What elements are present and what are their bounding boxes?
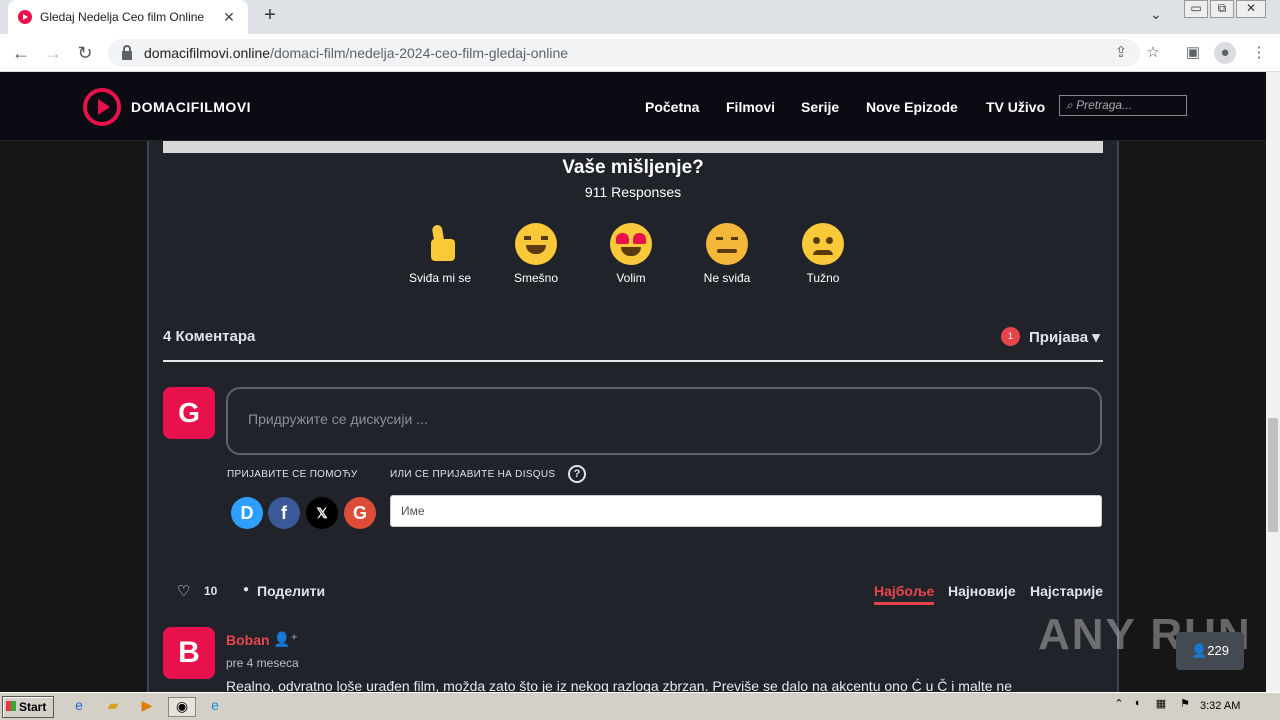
network-icon[interactable]: ▦	[1150, 697, 1172, 717]
volume-icon[interactable]: ◖	[1126, 697, 1148, 717]
sort-best[interactable]: Најбоље	[874, 583, 935, 605]
comment-count: 4 Коментара	[163, 328, 256, 345]
disqus-header: 4 Коментара 1 Пријава ▾	[163, 326, 1103, 362]
google-login-icon[interactable]: G	[344, 497, 376, 529]
site-logo-text[interactable]: DOMACIFILMOVI	[131, 99, 251, 115]
restore-button[interactable]: ⧉	[1210, 0, 1234, 18]
screen: Gledaj Nedelja Ceo film Online ✕ + ⌄ ▭ ⧉…	[0, 0, 1280, 720]
laughing-face-icon	[515, 223, 557, 265]
tab-title: Gledaj Nedelja Ceo film Online	[40, 10, 205, 24]
name-field[interactable]: Име	[390, 495, 1102, 527]
sad-face-icon	[802, 223, 844, 265]
close-window-button[interactable]: ✕	[1236, 0, 1266, 18]
comment-text: Realno, odvratno loše urađen film, možda…	[226, 678, 1012, 692]
reactions-count: 911 Responses	[584, 184, 682, 200]
scrollbar-thumb[interactable]	[1268, 418, 1278, 532]
folder-icon[interactable]: ▰	[102, 697, 124, 717]
login-with-label: ПРИЈАВИТЕ СЕ ПОМОЋУ	[227, 469, 358, 480]
sort-oldest[interactable]: Најстарије	[1030, 583, 1103, 599]
reload-icon[interactable]: ↻	[72, 40, 98, 66]
content-divider	[163, 141, 1103, 153]
reaction-sad[interactable]: Tužno	[783, 223, 863, 285]
comment-input-placeholder: Придружите се дискусији ...	[248, 411, 428, 427]
lock-icon	[122, 44, 132, 60]
reaction-funny[interactable]: Smešno	[496, 223, 576, 285]
reaction-label: Volim	[616, 271, 646, 285]
nav-filmovi[interactable]: Filmovi	[726, 99, 775, 115]
site-search-input[interactable]: ⌕ Pretraga...	[1059, 95, 1187, 116]
disqus-login-label: ИЛИ СЕ ПРИЈАВИТЕ НА DISQUS	[390, 469, 556, 480]
new-tab-button[interactable]: +	[258, 4, 282, 27]
facebook-login-icon[interactable]: f	[268, 497, 300, 529]
disqus-login-icon[interactable]: D	[231, 497, 263, 529]
profile-avatar-icon[interactable]: ●	[1214, 42, 1236, 64]
reactions-title: Vaše mišljenje?	[562, 157, 704, 178]
like-count: 10	[204, 584, 218, 598]
search-placeholder: Pretraga...	[1076, 98, 1133, 112]
address-bar[interactable]: domacifilmovi.online/domaci-film/nedelja…	[108, 39, 1140, 67]
back-arrow-icon[interactable]: ←	[8, 40, 34, 66]
tab-close-icon[interactable]: ✕	[220, 9, 238, 26]
nav-serije[interactable]: Serije	[801, 99, 839, 115]
windows-taskbar: Start e ▰ ▶ ◉ e ⌃ ◖ ▦ ⚑ 3:32 AM	[0, 692, 1280, 720]
play-logo-icon[interactable]	[83, 88, 121, 126]
tab-search-chevron-icon[interactable]: ⌄	[1150, 6, 1162, 23]
tab-strip: Gledaj Nedelja Ceo film Online ✕ + ⌄ ▭ ⧉…	[0, 0, 1280, 34]
nav-nove-epizode[interactable]: Nove Epizode	[866, 99, 958, 115]
nav-tv-uzivo[interactable]: TV Uživo	[986, 99, 1045, 115]
thumbs-up-icon	[419, 223, 461, 265]
comment-timestamp[interactable]: pre 4 meseca	[226, 656, 299, 670]
reaction-label: Sviđa mi se	[408, 271, 472, 285]
comment-avatar[interactable]: B	[163, 627, 215, 679]
guest-avatar: G	[163, 387, 215, 439]
share-icon[interactable]: ⇪	[1110, 42, 1132, 64]
chrome-taskbar-icon[interactable]: ◉	[168, 697, 196, 717]
media-player-icon[interactable]: ▶	[136, 697, 158, 717]
notification-badge[interactable]: 1	[1001, 327, 1020, 346]
name-placeholder: Име	[401, 504, 425, 518]
online-users-badge: 👤229	[1176, 632, 1244, 670]
bookmark-star-icon[interactable]: ☆	[1142, 42, 1164, 64]
clock: 3:32 AM	[1200, 700, 1241, 712]
browser-tab[interactable]: Gledaj Nedelja Ceo film Online ✕	[8, 0, 248, 34]
comment-input[interactable]: Придружите се дискусији ...	[226, 387, 1102, 455]
angry-face-icon	[706, 223, 748, 265]
sort-newest[interactable]: Најновије	[948, 583, 1016, 599]
web-page: DOMACIFILMOVI Početna Filmovi Serije Nov…	[0, 72, 1266, 692]
minimize-button[interactable]: ▭	[1184, 0, 1208, 18]
site-favicon-icon	[18, 10, 32, 24]
reaction-like[interactable]: Sviđa mi se	[400, 223, 480, 285]
heart-outline-icon[interactable]: ♡	[177, 582, 190, 600]
x-login-icon[interactable]: 𝕏	[306, 497, 338, 529]
page-scrollbar[interactable]	[1266, 72, 1280, 692]
url-path: /domaci-film/nedelja-2024-ceo-film-gleda…	[270, 45, 569, 61]
flag-icon[interactable]: ⚑	[1174, 697, 1196, 717]
ie-icon[interactable]: e	[68, 697, 90, 717]
online-count: 229	[1207, 643, 1229, 658]
comment-actions: ♡ 10 ● Поделити Најбоље Најновије Најста…	[163, 581, 1103, 609]
heart-eyes-icon	[610, 223, 652, 265]
help-icon[interactable]: ?	[568, 465, 586, 483]
bullet-icon: ●	[243, 584, 250, 595]
browser-toolbar: ← → ↻ domacifilmovi.online/domaci-film/n…	[0, 34, 1280, 72]
main-content: Vaše mišljenje? 911 Responses Sviđa mi s…	[147, 141, 1119, 692]
login-dropdown[interactable]: Пријава ▾	[1029, 328, 1100, 346]
reaction-love[interactable]: Volim	[591, 223, 671, 285]
menu-kebab-icon[interactable]: ⋮	[1248, 42, 1270, 64]
follow-user-icon[interactable]: 👤⁺	[273, 631, 298, 648]
reaction-label: Tužno	[806, 271, 840, 285]
nav-pocetna[interactable]: Početna	[645, 99, 699, 115]
reaction-label: Ne sviđa	[703, 271, 751, 285]
share-button[interactable]: Поделити	[257, 583, 325, 599]
site-header: DOMACIFILMOVI Početna Filmovi Serije Nov…	[0, 72, 1266, 141]
reaction-dislike[interactable]: Ne sviđa	[687, 223, 767, 285]
start-button[interactable]: Start	[2, 696, 54, 718]
side-panel-icon[interactable]: ▣	[1182, 42, 1204, 64]
url-host: domacifilmovi.online	[144, 45, 271, 61]
comment-username[interactable]: Boban	[226, 632, 270, 648]
forward-arrow-icon[interactable]: →	[40, 40, 66, 66]
edge-icon[interactable]: e	[204, 697, 226, 717]
reaction-label: Smešno	[513, 271, 559, 285]
